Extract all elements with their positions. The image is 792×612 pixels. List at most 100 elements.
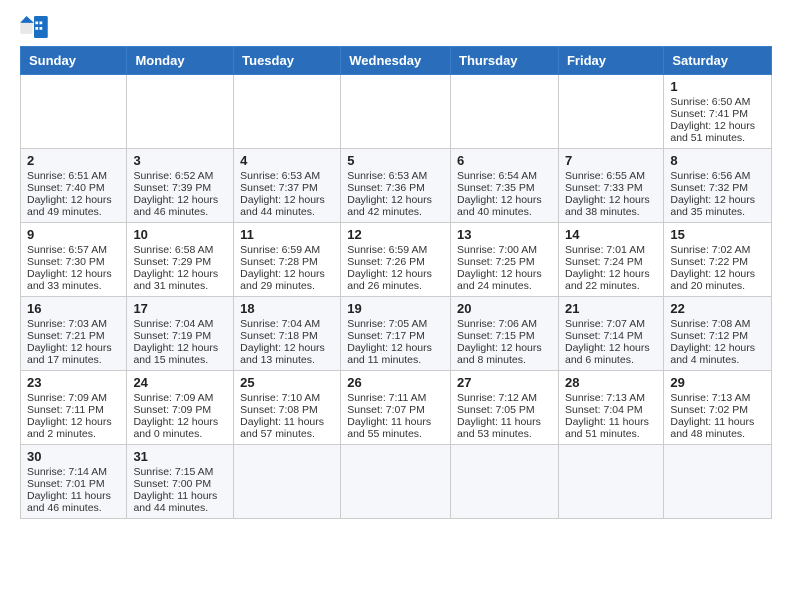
day-number: 5 <box>347 153 444 168</box>
day-info: Sunrise: 7:10 AMSunset: 7:08 PMDaylight:… <box>240 392 324 440</box>
day-info: Sunrise: 6:59 AMSunset: 7:28 PMDaylight:… <box>240 244 325 292</box>
day-number: 9 <box>27 227 120 242</box>
day-info: Sunrise: 7:09 AMSunset: 7:09 PMDaylight:… <box>133 392 218 440</box>
day-number: 8 <box>670 153 765 168</box>
day-number: 15 <box>670 227 765 242</box>
day-info: Sunrise: 6:52 AMSunset: 7:39 PMDaylight:… <box>133 170 218 218</box>
calendar-header-row: SundayMondayTuesdayWednesdayThursdayFrid… <box>21 47 772 75</box>
calendar-body: 1Sunrise: 6:50 AMSunset: 7:41 PMDaylight… <box>21 75 772 519</box>
calendar-cell: 14 Sunrise: 7:01 AMSunset: 7:24 PMDayligh… <box>558 223 663 297</box>
day-number: 26 <box>347 375 444 390</box>
calendar-week-1: 1Sunrise: 6:50 AMSunset: 7:41 PMDaylight… <box>21 75 772 149</box>
calendar-week-4: 16Sunrise: 7:03 AMSunset: 7:21 PMDayligh… <box>21 297 772 371</box>
calendar-cell: 5 Sunrise: 6:53 AMSunset: 7:36 PMDaylight… <box>341 149 451 223</box>
day-number: 10 <box>133 227 227 242</box>
day-info: Sunrise: 7:02 AMSunset: 7:22 PMDaylight:… <box>670 244 755 292</box>
day-number: 12 <box>347 227 444 242</box>
weekday-header-friday: Friday <box>558 47 663 75</box>
day-number: 13 <box>457 227 552 242</box>
day-info: Sunrise: 6:54 AMSunset: 7:35 PMDaylight:… <box>457 170 542 218</box>
day-number: 24 <box>133 375 227 390</box>
day-info: Sunrise: 7:13 AMSunset: 7:02 PMDaylight:… <box>670 392 754 440</box>
day-info: Sunrise: 7:13 AMSunset: 7:04 PMDaylight:… <box>565 392 649 440</box>
calendar-cell: 15 Sunrise: 7:02 AMSunset: 7:22 PMDayligh… <box>664 223 772 297</box>
day-number: 2 <box>27 153 120 168</box>
calendar-week-2: 2 Sunrise: 6:51 AMSunset: 7:40 PMDaylight… <box>21 149 772 223</box>
calendar-cell: 24 Sunrise: 7:09 AMSunset: 7:09 PMDayligh… <box>127 371 234 445</box>
day-info: Sunrise: 7:04 AMSunset: 7:18 PMDaylight:… <box>240 318 325 366</box>
day-info: Sunrise: 7:15 AMSunset: 7:00 PMDaylight:… <box>133 466 217 514</box>
day-number: 23 <box>27 375 120 390</box>
day-info: Sunrise: 6:51 AMSunset: 7:40 PMDaylight:… <box>27 170 112 218</box>
weekday-header-thursday: Thursday <box>451 47 559 75</box>
day-info: Sunrise: 6:55 AMSunset: 7:33 PMDaylight:… <box>565 170 650 218</box>
calendar-cell <box>341 445 451 519</box>
day-number: 11 <box>240 227 334 242</box>
calendar-cell: 31 Sunrise: 7:15 AMSunset: 7:00 PMDayligh… <box>127 445 234 519</box>
day-info: Sunrise: 7:00 AMSunset: 7:25 PMDaylight:… <box>457 244 542 292</box>
day-number: 27 <box>457 375 552 390</box>
day-info: Sunrise: 7:06 AMSunset: 7:15 PMDaylight:… <box>457 318 542 366</box>
day-info: Sunrise: 6:53 AMSunset: 7:37 PMDaylight:… <box>240 170 325 218</box>
weekday-header-monday: Monday <box>127 47 234 75</box>
calendar-cell: 25Sunrise: 7:10 AMSunset: 7:08 PMDayligh… <box>234 371 341 445</box>
day-info: Sunrise: 7:04 AMSunset: 7:19 PMDaylight:… <box>133 318 218 366</box>
calendar-cell <box>234 445 341 519</box>
day-info: Sunrise: 6:59 AMSunset: 7:26 PMDaylight:… <box>347 244 432 292</box>
day-number: 6 <box>457 153 552 168</box>
day-number: 7 <box>565 153 657 168</box>
calendar-week-3: 9 Sunrise: 6:57 AMSunset: 7:30 PMDaylight… <box>21 223 772 297</box>
calendar-cell: 28 Sunrise: 7:13 AMSunset: 7:04 PMDayligh… <box>558 371 663 445</box>
weekday-header-wednesday: Wednesday <box>341 47 451 75</box>
calendar-cell: 21Sunrise: 7:07 AMSunset: 7:14 PMDayligh… <box>558 297 663 371</box>
day-info: Sunrise: 6:57 AMSunset: 7:30 PMDaylight:… <box>27 244 112 292</box>
day-info: Sunrise: 6:50 AMSunset: 7:41 PMDaylight:… <box>670 96 755 144</box>
calendar-cell: 23 Sunrise: 7:09 AMSunset: 7:11 PMDayligh… <box>21 371 127 445</box>
day-number: 19 <box>347 301 444 316</box>
day-info: Sunrise: 6:56 AMSunset: 7:32 PMDaylight:… <box>670 170 755 218</box>
calendar-cell: 1Sunrise: 6:50 AMSunset: 7:41 PMDaylight… <box>664 75 772 149</box>
day-info: Sunrise: 6:53 AMSunset: 7:36 PMDaylight:… <box>347 170 432 218</box>
calendar-cell <box>451 445 559 519</box>
calendar-cell <box>341 75 451 149</box>
calendar-cell: 2 Sunrise: 6:51 AMSunset: 7:40 PMDaylight… <box>21 149 127 223</box>
day-number: 22 <box>670 301 765 316</box>
calendar-cell: 18 Sunrise: 7:04 AMSunset: 7:18 PMDayligh… <box>234 297 341 371</box>
day-number: 18 <box>240 301 334 316</box>
day-info: Sunrise: 7:09 AMSunset: 7:11 PMDaylight:… <box>27 392 112 440</box>
day-info: Sunrise: 6:58 AMSunset: 7:29 PMDaylight:… <box>133 244 218 292</box>
calendar-cell <box>558 445 663 519</box>
calendar-cell <box>127 75 234 149</box>
calendar-cell: 3Sunrise: 6:52 AMSunset: 7:39 PMDaylight… <box>127 149 234 223</box>
calendar-cell: 27 Sunrise: 7:12 AMSunset: 7:05 PMDayligh… <box>451 371 559 445</box>
calendar-cell <box>664 445 772 519</box>
day-info: Sunrise: 7:14 AMSunset: 7:01 PMDaylight:… <box>27 466 111 514</box>
calendar-cell <box>21 75 127 149</box>
calendar-cell: 11 Sunrise: 6:59 AMSunset: 7:28 PMDayligh… <box>234 223 341 297</box>
day-info: Sunrise: 7:01 AMSunset: 7:24 PMDaylight:… <box>565 244 650 292</box>
calendar-cell: 6 Sunrise: 6:54 AMSunset: 7:35 PMDaylight… <box>451 149 559 223</box>
calendar-cell: 29 Sunrise: 7:13 AMSunset: 7:02 PMDayligh… <box>664 371 772 445</box>
calendar-cell <box>558 75 663 149</box>
day-number: 29 <box>670 375 765 390</box>
day-info: Sunrise: 7:12 AMSunset: 7:05 PMDaylight:… <box>457 392 541 440</box>
day-number: 28 <box>565 375 657 390</box>
calendar-cell: 10 Sunrise: 6:58 AMSunset: 7:29 PMDayligh… <box>127 223 234 297</box>
day-number: 31 <box>133 449 227 464</box>
day-number: 4 <box>240 153 334 168</box>
weekday-header-saturday: Saturday <box>664 47 772 75</box>
day-number: 16 <box>27 301 120 316</box>
calendar-cell: 20Sunrise: 7:06 AMSunset: 7:15 PMDayligh… <box>451 297 559 371</box>
calendar-cell: 22Sunrise: 7:08 AMSunset: 7:12 PMDayligh… <box>664 297 772 371</box>
calendar-cell: 9 Sunrise: 6:57 AMSunset: 7:30 PMDaylight… <box>21 223 127 297</box>
calendar-cell: 8 Sunrise: 6:56 AMSunset: 7:32 PMDaylight… <box>664 149 772 223</box>
day-info: Sunrise: 7:05 AMSunset: 7:17 PMDaylight:… <box>347 318 432 366</box>
day-info: Sunrise: 7:11 AMSunset: 7:07 PMDaylight:… <box>347 392 431 440</box>
calendar-cell: 26 Sunrise: 7:11 AMSunset: 7:07 PMDayligh… <box>341 371 451 445</box>
calendar-cell <box>234 75 341 149</box>
day-number: 14 <box>565 227 657 242</box>
calendar-cell: 7 Sunrise: 6:55 AMSunset: 7:33 PMDaylight… <box>558 149 663 223</box>
day-number: 21 <box>565 301 657 316</box>
calendar-cell: 16Sunrise: 7:03 AMSunset: 7:21 PMDayligh… <box>21 297 127 371</box>
calendar-cell: 13 Sunrise: 7:00 AMSunset: 7:25 PMDayligh… <box>451 223 559 297</box>
